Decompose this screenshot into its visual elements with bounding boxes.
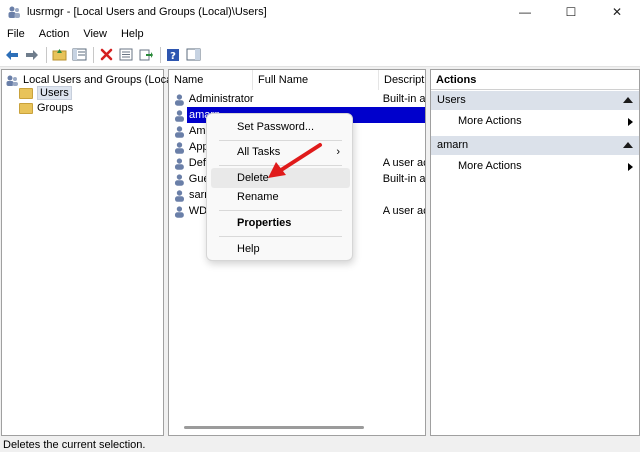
- action-item-label: More Actions: [458, 160, 522, 172]
- maximize-button[interactable]: ☐: [548, 0, 594, 24]
- submenu-arrow-icon: [628, 118, 633, 126]
- annotation-arrow-icon: [268, 143, 322, 178]
- show-hide-tree-icon[interactable]: [70, 46, 88, 64]
- minimize-button[interactable]: —: [502, 0, 548, 24]
- action-pane-icon[interactable]: [184, 46, 202, 64]
- tree-item-label: Users: [37, 86, 72, 100]
- tree-item-users[interactable]: Users: [19, 85, 72, 101]
- help-icon[interactable]: ?: [164, 46, 182, 64]
- menu-item-set-password[interactable]: Set Password...: [211, 117, 350, 137]
- menu-separator: [219, 210, 342, 211]
- cell-description: Built-in a: [382, 93, 426, 105]
- menu-file[interactable]: File: [0, 28, 32, 40]
- delete-icon[interactable]: [97, 46, 115, 64]
- toolbar-separator: [93, 46, 94, 63]
- menu-item-rename[interactable]: Rename: [211, 187, 350, 207]
- horizontal-scrollbar[interactable]: [184, 426, 364, 429]
- action-group-label: amarn: [437, 139, 469, 151]
- menu-item-help[interactable]: Help: [211, 239, 350, 259]
- user-icon: [174, 205, 184, 218]
- submenu-arrow-icon: [628, 163, 633, 171]
- close-button[interactable]: ✕: [594, 0, 640, 24]
- export-icon[interactable]: [137, 46, 155, 64]
- user-icon: [175, 109, 184, 122]
- menu-help[interactable]: Help: [114, 28, 151, 40]
- user-icon: [174, 93, 184, 106]
- window-title: lusrmgr - [Local Users and Groups (Local…: [27, 6, 267, 18]
- menu-action[interactable]: Action: [32, 28, 77, 40]
- folder-icon: [19, 102, 33, 114]
- action-group-users[interactable]: Users: [431, 91, 639, 110]
- console-tree: Local Users and Groups (Local) Users Gro…: [1, 69, 178, 436]
- back-icon[interactable]: [3, 46, 21, 64]
- user-icon: [175, 141, 184, 154]
- cell-name: Administrator: [188, 93, 254, 105]
- svg-text:?: ?: [170, 51, 176, 62]
- table-row[interactable]: Administrator Built-in a: [169, 91, 426, 107]
- users-app-icon: [8, 6, 20, 18]
- user-icon: [175, 125, 184, 138]
- menu-separator: [219, 236, 342, 237]
- cell-description: A user ac: [382, 157, 426, 169]
- action-group-amarn[interactable]: amarn: [431, 136, 639, 155]
- column-description[interactable]: Descriptio: [379, 70, 425, 90]
- collapse-icon[interactable]: [623, 142, 633, 148]
- forward-icon[interactable]: [23, 46, 41, 64]
- collapse-icon[interactable]: [623, 97, 633, 103]
- user-icon: [175, 189, 184, 202]
- submenu-chevron-icon: ›: [336, 146, 340, 158]
- folder-icon: [19, 87, 33, 99]
- title-bar: lusrmgr - [Local Users and Groups (Local…: [0, 0, 640, 24]
- toolbar: ?: [0, 43, 640, 67]
- users-groups-icon: [6, 75, 18, 86]
- more-actions-users[interactable]: More Actions: [431, 110, 639, 133]
- menu-bar: File Action View Help: [0, 24, 640, 43]
- user-icon: [174, 157, 184, 170]
- properties-icon[interactable]: [117, 46, 135, 64]
- action-item-label: More Actions: [458, 115, 522, 127]
- toolbar-separator: [46, 46, 47, 63]
- cell-description: A user ac: [382, 205, 426, 217]
- toolbar-separator: [160, 46, 161, 63]
- actions-pane: Actions Users More Actions amarn More Ac…: [430, 69, 640, 436]
- user-icon: [174, 173, 184, 186]
- cell-description: Built-in a: [382, 173, 426, 185]
- menu-view[interactable]: View: [76, 28, 114, 40]
- up-folder-icon[interactable]: [50, 46, 68, 64]
- action-group-label: Users: [437, 94, 466, 106]
- menu-item-properties[interactable]: Properties: [211, 213, 350, 233]
- more-actions-amarn[interactable]: More Actions: [431, 155, 639, 178]
- column-full-name[interactable]: Full Name: [253, 70, 379, 90]
- column-name[interactable]: Name: [169, 70, 253, 90]
- context-menu: Set Password... All Tasks › Delete Renam…: [206, 113, 353, 261]
- list-header: Name Full Name Descriptio: [169, 70, 425, 90]
- tree-item-groups[interactable]: Groups: [19, 100, 73, 116]
- tree-item-label: Groups: [37, 102, 74, 114]
- status-bar: Deletes the current selection.: [0, 438, 640, 452]
- actions-title: Actions: [431, 70, 639, 90]
